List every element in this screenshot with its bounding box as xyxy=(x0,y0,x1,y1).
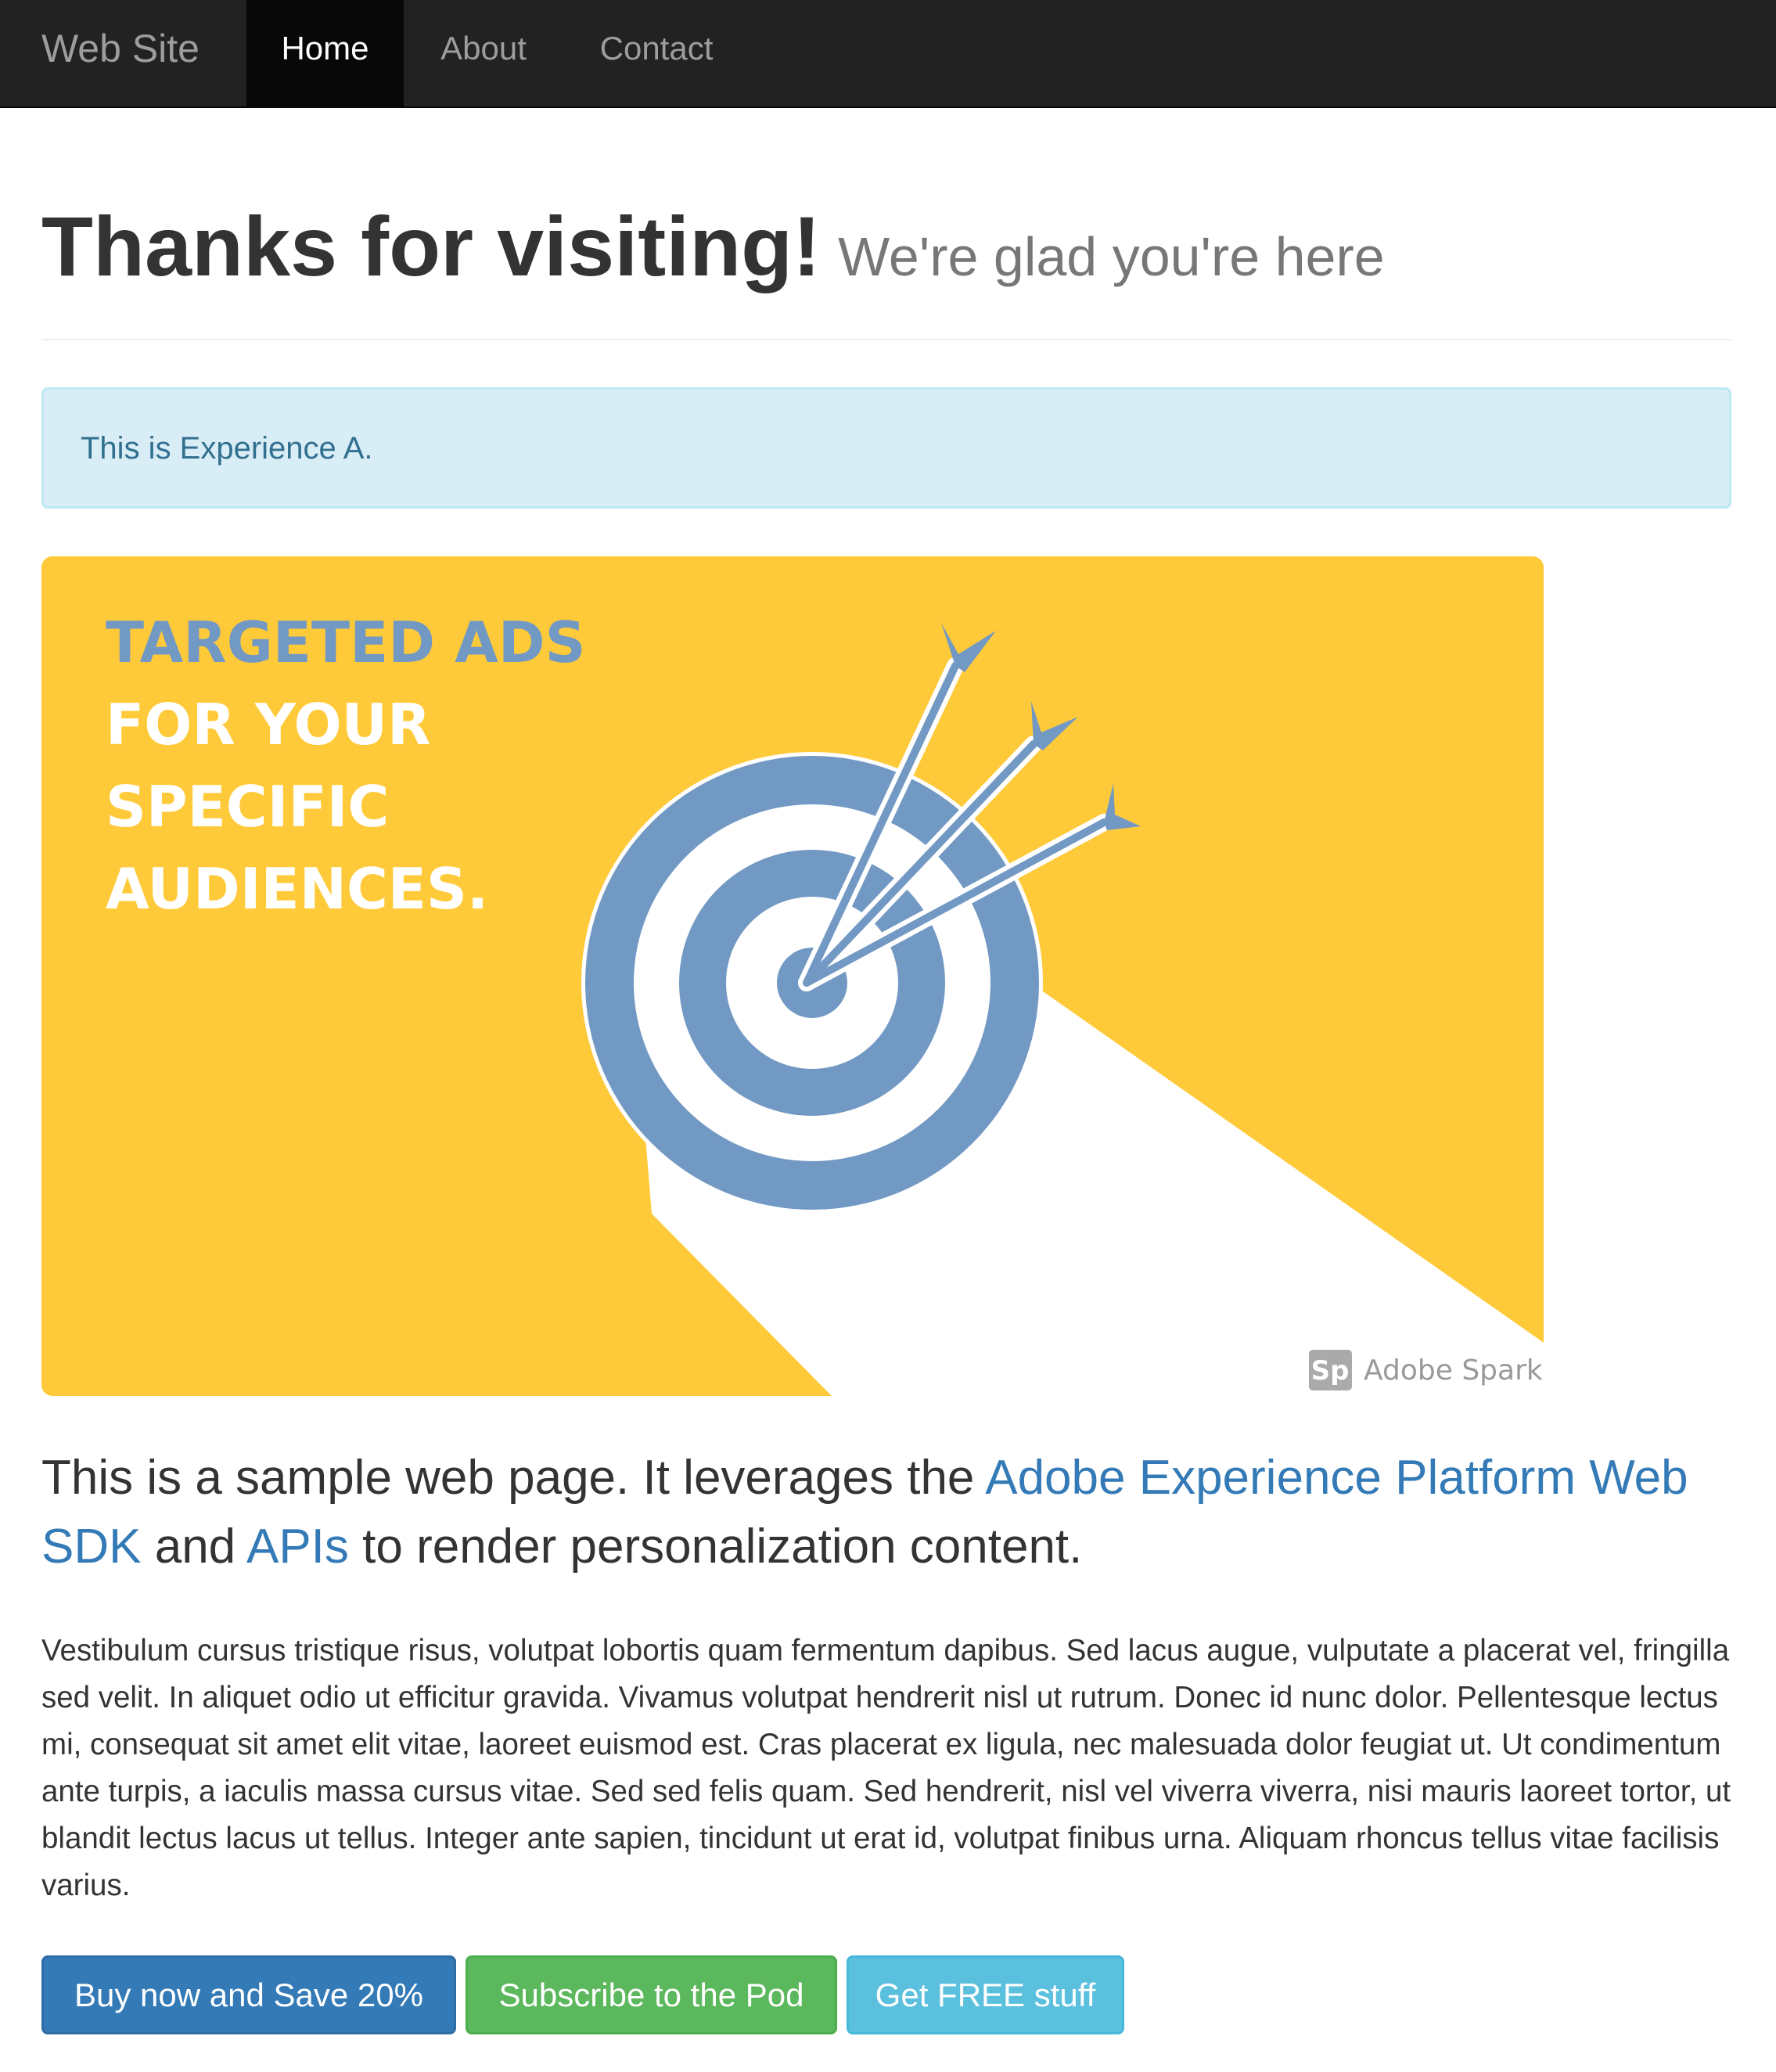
nav-item-home[interactable]: Home xyxy=(246,0,404,106)
lead-text-2: and xyxy=(141,1520,246,1574)
subscribe-button[interactable]: Subscribe to the Pod xyxy=(466,1955,837,2034)
page-header: Thanks for visiting! We're glad you're he… xyxy=(41,196,1731,340)
get-free-stuff-button[interactable]: Get FREE stuff xyxy=(847,1955,1124,2034)
lead-text-1: This is a sample web page. It leverages … xyxy=(41,1451,986,1505)
buy-now-button[interactable]: Buy now and Save 20% xyxy=(41,1955,456,2034)
adobe-spark-logo-text: Sp xyxy=(1311,1355,1350,1387)
headline-line-4: AUDIENCES. xyxy=(106,856,488,922)
nav-item-about[interactable]: About xyxy=(404,0,563,106)
headline-line-3: SPECIFIC xyxy=(106,774,389,840)
headline-line-2: FOR YOUR xyxy=(106,692,431,757)
page-title-text: Thanks for visiting! xyxy=(41,199,821,293)
brand-link[interactable]: Web Site xyxy=(41,0,200,106)
apis-link[interactable]: APIs xyxy=(246,1520,349,1574)
headline-line-1: TARGETED ADS xyxy=(106,610,585,675)
navbar: Web Site Home About Contact xyxy=(0,0,1776,108)
nav-item-contact[interactable]: Contact xyxy=(563,0,750,106)
adobe-spark-watermark: Sp Adobe Spark xyxy=(1309,1350,1543,1390)
experience-alert: This is Experience A. xyxy=(41,387,1731,509)
page-subtitle: We're glad you're here xyxy=(838,226,1385,287)
lead-text-3: to render personalization content. xyxy=(348,1520,1083,1574)
adobe-spark-label: Adobe Spark xyxy=(1364,1354,1543,1387)
targeted-ads-banner: TARGETED ADS FOR YOUR SPECIFIC AUDIENCES… xyxy=(41,556,1544,1396)
alert-text: This is Experience A. xyxy=(81,431,373,466)
lead-paragraph: This is a sample web page. It leverages … xyxy=(41,1444,1739,1581)
body-paragraph: Vestibulum cursus tristique risus, volut… xyxy=(41,1634,1731,1902)
page-title: Thanks for visiting! We're glad you're he… xyxy=(41,196,1385,308)
targeted-ads-illustration: TARGETED ADS FOR YOUR SPECIFIC AUDIENCES… xyxy=(41,556,1544,1396)
